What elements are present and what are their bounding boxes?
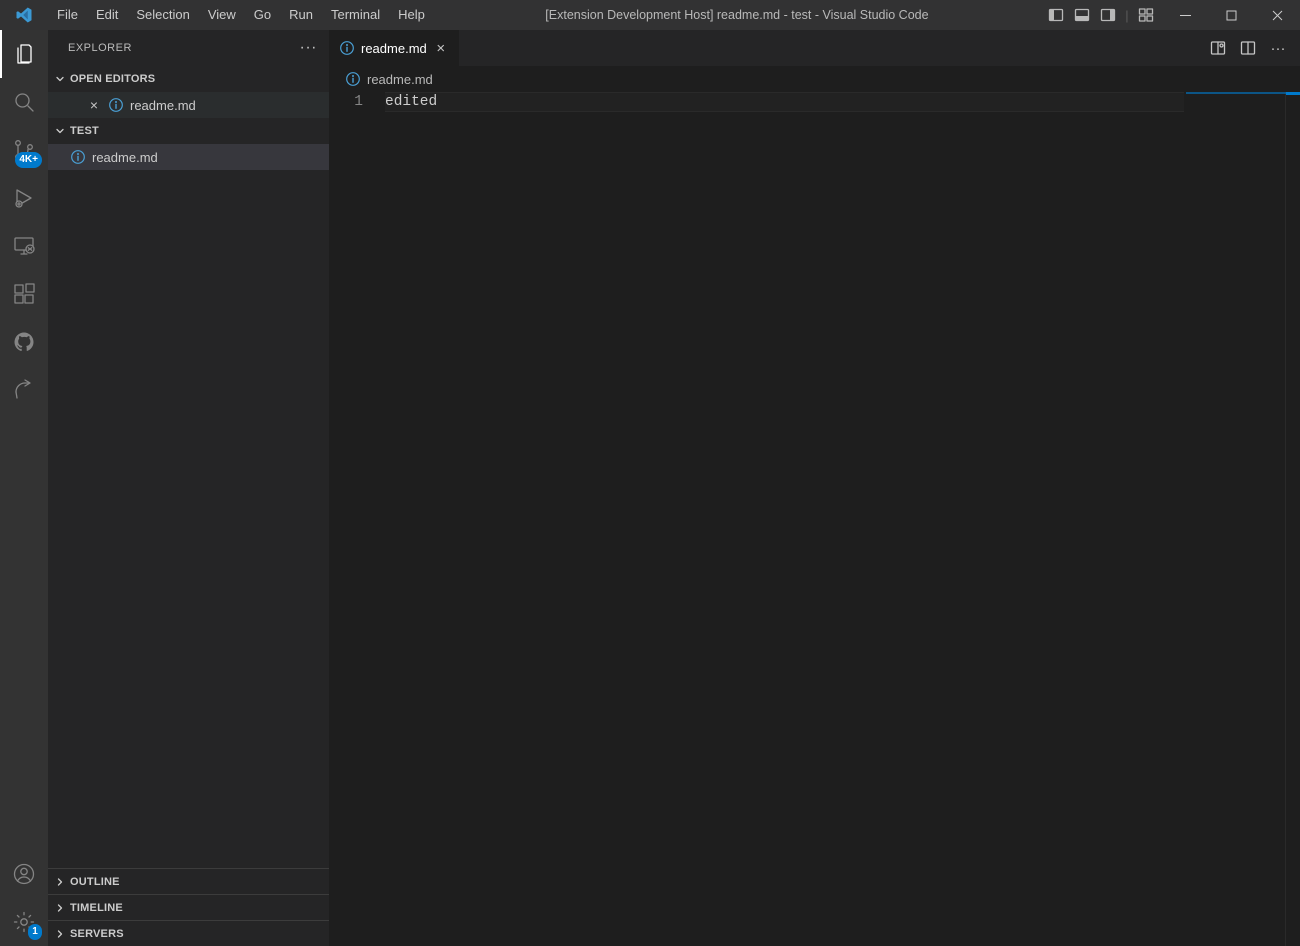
activity-bar: 4K+ 1	[0, 30, 48, 946]
activity-share-icon[interactable]	[0, 366, 48, 414]
activity-source-control[interactable]: 4K+	[0, 126, 48, 174]
activity-search[interactable]	[0, 78, 48, 126]
window-close-button[interactable]	[1254, 0, 1300, 30]
open-preview-side-icon[interactable]	[1206, 36, 1230, 60]
section-timeline[interactable]: TIMELINE	[48, 894, 329, 920]
tab-label: readme.md	[361, 41, 427, 56]
section-folder[interactable]: TEST	[48, 118, 329, 144]
toggle-panel-icon[interactable]	[1070, 3, 1094, 27]
editor-group: readme.md × ··· readme.md 1	[329, 30, 1300, 946]
vscode-logo-icon	[0, 6, 48, 24]
activity-settings[interactable]: 1	[0, 898, 48, 946]
markdown-info-icon	[339, 40, 355, 56]
breadcrumb[interactable]: readme.md	[329, 66, 1300, 92]
open-editor-item[interactable]: × readme.md	[48, 92, 329, 118]
toggle-primary-sidebar-icon[interactable]	[1044, 3, 1068, 27]
section-label: SERVERS	[70, 928, 124, 940]
section-servers[interactable]: SERVERS	[48, 920, 329, 946]
open-editor-label: readme.md	[130, 98, 196, 113]
menu-item-run[interactable]: Run	[280, 0, 322, 30]
split-editor-icon[interactable]	[1236, 36, 1260, 60]
sidebar-explorer: EXPLORER ··· OPEN EDITORS × readme.md TE…	[48, 30, 329, 946]
editor-actions: ···	[1206, 30, 1300, 66]
activity-github[interactable]	[0, 318, 48, 366]
sidebar-title-row: EXPLORER ···	[48, 30, 329, 66]
section-label: TIMELINE	[70, 902, 123, 914]
menu-item-view[interactable]: View	[199, 0, 245, 30]
menu-item-selection[interactable]: Selection	[127, 0, 198, 30]
menu-item-terminal[interactable]: Terminal	[322, 0, 389, 30]
editor-scrollbar[interactable]	[1286, 92, 1300, 946]
markdown-info-icon	[108, 97, 124, 113]
code-content: edited	[385, 94, 437, 110]
menu-bar: File Edit Selection View Go Run Terminal…	[48, 0, 434, 30]
file-item[interactable]: readme.md	[48, 144, 329, 170]
tab-close-icon[interactable]: ×	[433, 40, 449, 57]
window-maximize-button[interactable]	[1208, 0, 1254, 30]
layout-controls: |	[1040, 3, 1162, 27]
activity-run-debug[interactable]	[0, 174, 48, 222]
title-bar: File Edit Selection View Go Run Terminal…	[0, 0, 1300, 30]
tab-readme[interactable]: readme.md ×	[329, 30, 460, 66]
editor-more-icon[interactable]: ···	[1266, 36, 1290, 60]
customize-layout-icon[interactable]	[1134, 3, 1158, 27]
toggle-secondary-sidebar-icon[interactable]	[1096, 3, 1120, 27]
source-control-badge: 4K+	[15, 152, 42, 168]
section-outline[interactable]: OUTLINE	[48, 868, 329, 894]
window-minimize-button[interactable]	[1162, 0, 1208, 30]
section-label: TEST	[70, 125, 99, 137]
section-label: OUTLINE	[70, 876, 120, 888]
line-number: 1	[329, 94, 385, 110]
activity-explorer[interactable]	[0, 30, 48, 78]
close-editor-icon[interactable]: ×	[86, 97, 102, 113]
sidebar-title: EXPLORER	[68, 42, 132, 54]
window-controls	[1162, 0, 1300, 30]
tab-bar: readme.md × ···	[329, 30, 1300, 66]
menu-item-help[interactable]: Help	[389, 0, 434, 30]
minimap[interactable]	[1186, 92, 1286, 946]
breadcrumb-label: readme.md	[367, 72, 433, 87]
section-open-editors[interactable]: OPEN EDITORS	[48, 66, 329, 92]
menu-item-go[interactable]: Go	[245, 0, 280, 30]
menu-item-file[interactable]: File	[48, 0, 87, 30]
activity-remote-explorer[interactable]	[0, 222, 48, 270]
file-label: readme.md	[92, 150, 158, 165]
activity-accounts[interactable]	[0, 850, 48, 898]
window-title: [Extension Development Host] readme.md -…	[434, 8, 1040, 22]
activity-extensions[interactable]	[0, 270, 48, 318]
section-label: OPEN EDITORS	[70, 73, 155, 85]
settings-badge: 1	[28, 924, 42, 940]
menu-item-edit[interactable]: Edit	[87, 0, 127, 30]
markdown-info-icon	[70, 149, 86, 165]
text-editor[interactable]: 1 edited	[329, 92, 1300, 946]
markdown-info-icon	[345, 71, 361, 87]
sidebar-more-icon[interactable]: ···	[300, 40, 317, 56]
